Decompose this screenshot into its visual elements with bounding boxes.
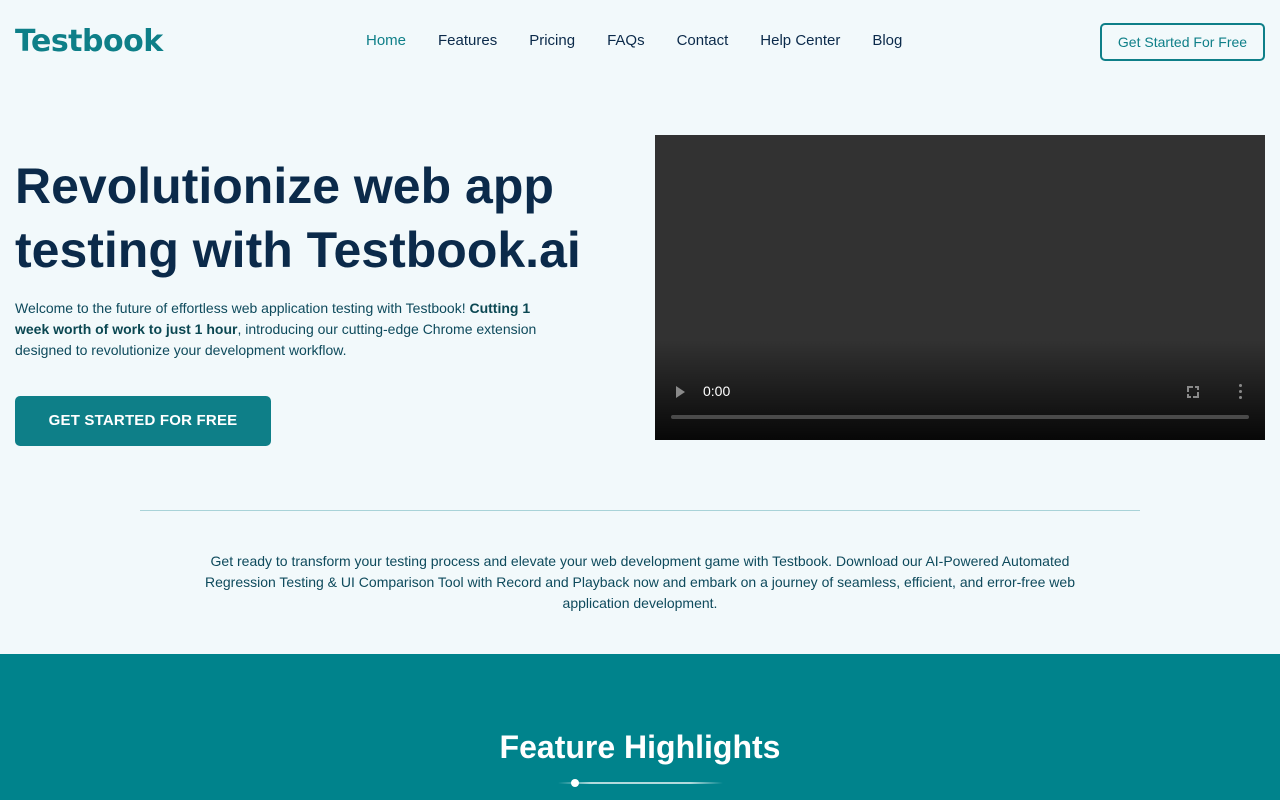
site-header: Testbook Home Features Pricing FAQs Cont… xyxy=(0,0,1280,84)
nav-home[interactable]: Home xyxy=(350,30,422,52)
nav-faqs[interactable]: FAQs xyxy=(591,30,661,52)
hero-desc-text-1: Welcome to the future of effortless web … xyxy=(15,300,470,316)
play-icon[interactable] xyxy=(676,386,685,398)
video-time: 0:00 xyxy=(703,383,731,399)
demo-video-player[interactable]: 0:00 xyxy=(655,135,1265,440)
section-divider xyxy=(140,510,1140,511)
logo[interactable]: Testbook xyxy=(15,24,163,59)
get-started-hero-button[interactable]: GET STARTED FOR FREE xyxy=(15,396,271,446)
nav-pricing[interactable]: Pricing xyxy=(513,30,591,52)
hero-title-line-1: Revolutionize web app xyxy=(15,158,554,214)
hero-description: Welcome to the future of effortless web … xyxy=(15,298,555,361)
get-started-header-button[interactable]: Get Started For Free xyxy=(1100,23,1265,61)
intro-paragraph: Get ready to transform your testing proc… xyxy=(204,553,1075,611)
nav-contact[interactable]: Contact xyxy=(661,30,745,52)
nav-help-center[interactable]: Help Center xyxy=(744,30,856,52)
video-controls-overlay xyxy=(655,340,1265,440)
feature-highlights-title: Feature Highlights xyxy=(499,729,781,765)
more-options-icon[interactable] xyxy=(1239,384,1243,400)
title-underline-dot xyxy=(571,779,579,787)
title-underline xyxy=(558,782,723,784)
nav-features[interactable]: Features xyxy=(422,30,513,52)
hero-title: Revolutionize web app testing with Testb… xyxy=(15,154,615,282)
hero-title-line-2: testing with Testbook.ai xyxy=(15,222,581,278)
main-nav: Home Features Pricing FAQs Contact Help … xyxy=(350,30,918,52)
video-progress-bar[interactable] xyxy=(671,415,1249,419)
nav-blog[interactable]: Blog xyxy=(856,30,918,52)
feature-highlights-section: Feature Highlights xyxy=(0,654,1280,800)
fullscreen-icon[interactable] xyxy=(1187,386,1199,398)
